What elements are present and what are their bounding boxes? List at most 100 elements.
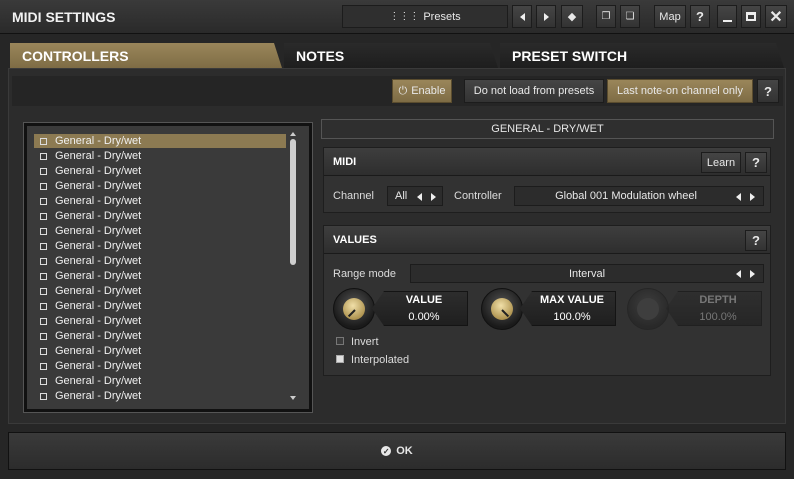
range-mode-selector[interactable]: Interval — [410, 264, 764, 283]
interpolated-checkbox[interactable] — [336, 355, 344, 363]
checkbox-icon[interactable] — [40, 167, 47, 175]
midi-help-button[interactable]: ? — [745, 152, 767, 173]
list-item[interactable]: General - Dry/wet — [34, 179, 286, 193]
arrow-left-icon — [519, 12, 525, 21]
controller-selector[interactable]: Global 001 Modulation wheel — [514, 186, 764, 206]
tab-controllers[interactable]: CONTROLLERS — [10, 43, 282, 68]
checkbox-icon[interactable] — [40, 362, 47, 370]
checkbox-icon[interactable] — [40, 287, 47, 295]
arrow-right-icon[interactable] — [750, 193, 755, 201]
max-value-readout: 100.0% — [553, 311, 591, 323]
scrollbar-thumb[interactable] — [290, 139, 296, 265]
checkbox-icon[interactable] — [40, 227, 47, 235]
selected-parameter-title: GENERAL - DRY/WET — [321, 119, 774, 139]
list-item[interactable]: General - Dry/wet — [34, 314, 286, 328]
max-value-knob[interactable] — [481, 288, 523, 330]
scroll-up-icon — [290, 132, 296, 136]
interpolated-label[interactable]: Interpolated — [351, 354, 409, 366]
copy-button[interactable]: ❐ — [596, 5, 616, 28]
arrow-left-icon[interactable] — [417, 193, 422, 201]
prev-preset-button[interactable] — [512, 5, 532, 28]
checkbox-icon[interactable] — [40, 317, 47, 325]
checkbox-icon[interactable] — [40, 257, 47, 265]
range-mode-label: Range mode — [333, 268, 396, 280]
window-title: MIDI SETTINGS — [12, 9, 116, 25]
channel-selector[interactable]: All — [387, 186, 443, 206]
checkbox-icon[interactable] — [40, 377, 47, 385]
presets-button[interactable]: ⋮⋮⋮ Presets — [342, 5, 508, 28]
checkbox-icon[interactable] — [40, 332, 47, 340]
minimize-icon — [722, 19, 732, 22]
list-item[interactable]: General - Dry/wet — [34, 194, 286, 208]
list-item[interactable]: General - Dry/wet — [34, 224, 286, 238]
list-item[interactable]: General - Dry/wet — [34, 209, 286, 223]
checkbox-icon[interactable] — [40, 212, 47, 220]
close-icon: ✕ — [769, 8, 783, 26]
list-item[interactable]: General - Dry/wet — [34, 134, 286, 148]
values-help-button[interactable]: ? — [745, 230, 767, 251]
list-scrollbar[interactable] — [288, 132, 298, 400]
learn-button[interactable]: Learn — [701, 152, 741, 173]
max-value-label: MAX VALUE — [540, 294, 604, 306]
checkbox-icon[interactable] — [40, 272, 47, 280]
value-knob[interactable] — [333, 288, 375, 330]
arrow-left-icon[interactable] — [736, 270, 741, 278]
ok-button[interactable]: ✓ OK — [8, 432, 786, 470]
next-preset-button[interactable] — [536, 5, 556, 28]
list-item-label: General - Dry/wet — [55, 375, 142, 387]
list-item[interactable]: General - Dry/wet — [34, 284, 286, 298]
list-item[interactable]: General - Dry/wet — [34, 329, 286, 343]
invert-checkbox[interactable] — [336, 337, 344, 345]
list-item-label: General - Dry/wet — [55, 345, 142, 357]
value-readout: 0.00% — [408, 311, 440, 323]
checkbox-icon[interactable] — [40, 392, 47, 400]
arrow-right-icon[interactable] — [750, 270, 755, 278]
tab-preset-switch[interactable]: PRESET SWITCH — [500, 43, 784, 68]
minimize-button[interactable] — [717, 5, 737, 28]
list-item[interactable]: General - Dry/wet — [34, 269, 286, 283]
list-item-label: General - Dry/wet — [55, 330, 142, 342]
list-item[interactable]: General - Dry/wet — [34, 359, 286, 373]
last-note-channel-button[interactable]: Last note-on channel only — [607, 79, 753, 103]
arrow-right-icon[interactable] — [431, 193, 436, 201]
list-item[interactable]: General - Dry/wet — [34, 389, 286, 403]
list-item-label: General - Dry/wet — [55, 390, 142, 402]
toolbar-help-button[interactable]: ? — [757, 79, 779, 103]
checkbox-icon[interactable] — [40, 347, 47, 355]
list-item-label: General - Dry/wet — [55, 315, 142, 327]
dice-icon: ◆ — [567, 11, 577, 23]
midi-header-label: MIDI — [333, 156, 357, 168]
list-item[interactable]: General - Dry/wet — [34, 299, 286, 313]
arrow-left-icon[interactable] — [736, 193, 741, 201]
close-button[interactable]: ✕ — [765, 5, 787, 28]
depth-knob — [627, 288, 669, 330]
maximize-button[interactable] — [741, 5, 761, 28]
tab-notes[interactable]: NOTES — [284, 43, 498, 68]
do-not-load-button[interactable]: Do not load from presets — [464, 79, 604, 103]
controller-label: Controller — [454, 190, 502, 202]
copy-icon: ❐ — [601, 11, 611, 22]
checkbox-icon[interactable] — [40, 197, 47, 205]
random-button[interactable]: ◆ — [561, 5, 583, 28]
list-item[interactable]: General - Dry/wet — [34, 239, 286, 253]
scroll-down-icon — [290, 396, 296, 400]
checkbox-icon[interactable] — [40, 242, 47, 250]
checkbox-icon[interactable] — [40, 137, 47, 145]
invert-label[interactable]: Invert — [351, 336, 379, 348]
map-button[interactable]: Map — [654, 5, 686, 28]
help-button[interactable]: ? — [690, 5, 710, 28]
paste-icon: ❏ — [625, 11, 635, 22]
list-item[interactable]: General - Dry/wet — [34, 374, 286, 388]
checkbox-icon[interactable] — [40, 152, 47, 160]
controller-list-items: General - Dry/wet General - Dry/wet Genera… — [34, 134, 286, 406]
list-item[interactable]: General - Dry/wet — [34, 149, 286, 163]
checkbox-icon[interactable] — [40, 182, 47, 190]
enable-button[interactable]: ⏻ Enable — [392, 79, 452, 103]
list-item-label: General - Dry/wet — [55, 240, 142, 252]
list-item[interactable]: General - Dry/wet — [34, 254, 286, 268]
list-item-label: General - Dry/wet — [55, 360, 142, 372]
paste-button[interactable]: ❏ — [620, 5, 640, 28]
list-item[interactable]: General - Dry/wet — [34, 344, 286, 358]
checkbox-icon[interactable] — [40, 302, 47, 310]
list-item[interactable]: General - Dry/wet — [34, 164, 286, 178]
